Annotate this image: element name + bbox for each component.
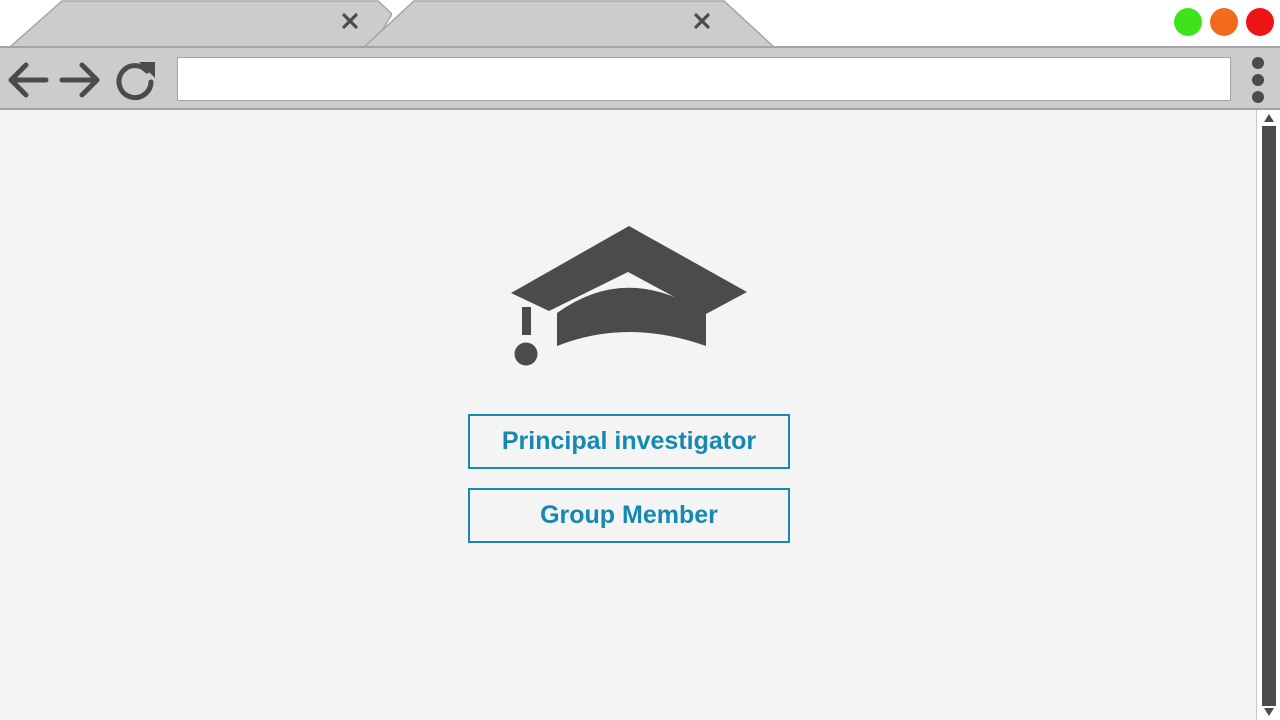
vertical-scrollbar[interactable] (1256, 110, 1280, 720)
scroll-up-arrow-icon[interactable] (1264, 114, 1274, 122)
tab-1[interactable] (10, 0, 392, 48)
forward-button[interactable] (58, 58, 102, 102)
scrollbar-thumb[interactable] (1262, 126, 1276, 706)
browser-toolbar (0, 46, 1280, 110)
window-green-button[interactable] (1174, 8, 1202, 36)
kebab-menu-icon (1252, 57, 1264, 103)
back-button[interactable] (6, 58, 50, 102)
tab-2[interactable] (364, 0, 776, 48)
group-member-button[interactable]: Group Member (468, 488, 790, 543)
window-orange-button[interactable] (1210, 8, 1238, 36)
tab-1-shape (10, 0, 392, 48)
tab-2-close-icon[interactable] (689, 8, 715, 34)
reload-button[interactable] (113, 58, 157, 102)
graduation-cap-icon (511, 226, 747, 366)
tab-1-close-icon[interactable] (337, 8, 363, 34)
reload-icon (116, 62, 155, 101)
menu-button[interactable] (1246, 56, 1270, 104)
principal-investigator-button[interactable]: Principal investigator (468, 414, 790, 469)
arrow-right-icon (59, 62, 100, 98)
arrow-left-icon (8, 62, 49, 98)
tab-strip (0, 0, 1280, 48)
window-controls (1174, 8, 1274, 36)
address-bar[interactable] (177, 57, 1231, 101)
scroll-down-arrow-icon[interactable] (1264, 708, 1274, 716)
page-viewport: Principal investigator Group Member (0, 110, 1256, 720)
window-red-button[interactable] (1246, 8, 1274, 36)
